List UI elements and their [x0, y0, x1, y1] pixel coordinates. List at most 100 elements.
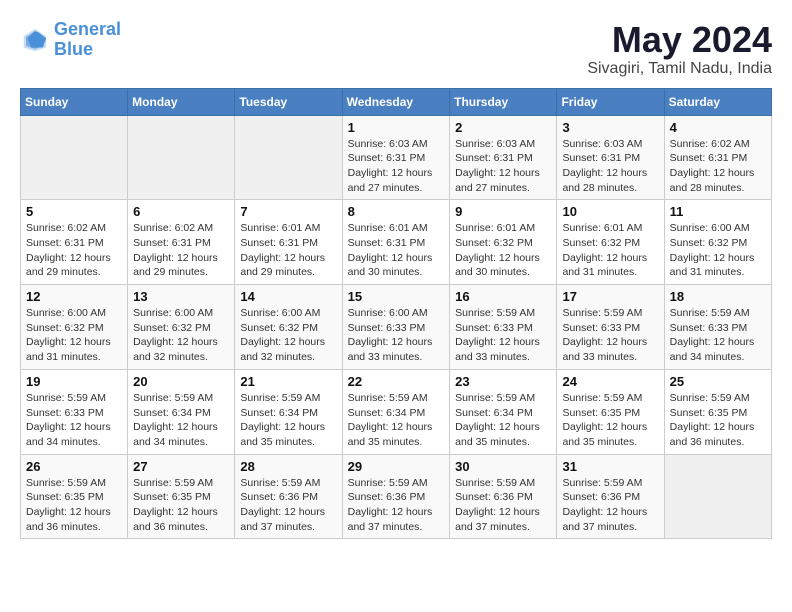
day-number: 4 — [670, 120, 766, 135]
calendar-cell: 5 Sunrise: 6:02 AMSunset: 6:31 PMDaylight… — [21, 200, 128, 285]
calendar-header-row: SundayMondayTuesdayWednesdayThursdayFrid… — [21, 88, 772, 115]
calendar-cell: 31 Sunrise: 5:59 AMSunset: 6:36 PMDayligh… — [557, 454, 664, 539]
calendar-cell: 3 Sunrise: 6:03 AMSunset: 6:31 PMDaylight… — [557, 115, 664, 200]
day-number: 24 — [562, 374, 658, 389]
calendar-cell: 4Sunrise: 6:02 AMSunset: 6:31 PMDaylight… — [664, 115, 771, 200]
calendar-cell: 20Sunrise: 5:59 AMSunset: 6:34 PMDayligh… — [128, 369, 235, 454]
calendar-cell: 30 Sunrise: 5:59 AMSunset: 6:36 PMDayligh… — [450, 454, 557, 539]
day-number: 13 — [133, 289, 229, 304]
day-number: 23 — [455, 374, 551, 389]
day-info: Sunrise: 5:59 AMSunset: 6:35 PMDaylight:… — [562, 391, 658, 450]
day-number: 7 — [240, 204, 336, 219]
day-info: Sunrise: 5:59 AMSunset: 6:34 PMDaylight:… — [240, 391, 336, 450]
day-info: Sunrise: 6:03 AMSunset: 6:31 PMDaylight:… — [562, 137, 658, 196]
logo-blue: Blue — [54, 39, 93, 59]
calendar-cell: 27 Sunrise: 5:59 AMSunset: 6:35 PMDayligh… — [128, 454, 235, 539]
calendar-cell — [664, 454, 771, 539]
day-number: 9 — [455, 204, 551, 219]
header-monday: Monday — [128, 88, 235, 115]
day-number: 16 — [455, 289, 551, 304]
day-number: 6 — [133, 204, 229, 219]
day-info: Sunrise: 5:59 AMSunset: 6:36 PMDaylight:… — [455, 476, 551, 535]
day-info: Sunrise: 6:00 AMSunset: 6:33 PMDaylight:… — [348, 306, 445, 365]
day-number: 3 — [562, 120, 658, 135]
day-info: Sunrise: 6:00 AMSunset: 6:32 PMDaylight:… — [670, 221, 766, 280]
calendar-cell: 28 Sunrise: 5:59 AMSunset: 6:36 PMDayligh… — [235, 454, 342, 539]
day-number: 28 — [240, 459, 336, 474]
day-info: Sunrise: 5:59 AMSunset: 6:36 PMDaylight:… — [240, 476, 336, 535]
day-info: Sunrise: 6:00 AMSunset: 6:32 PMDaylight:… — [133, 306, 229, 365]
day-info: Sunrise: 5:59 AMSunset: 6:36 PMDaylight:… — [562, 476, 658, 535]
day-number: 18 — [670, 289, 766, 304]
calendar-cell: 15 Sunrise: 6:00 AMSunset: 6:33 PMDayligh… — [342, 285, 450, 370]
day-number: 26 — [26, 459, 122, 474]
header-tuesday: Tuesday — [235, 88, 342, 115]
day-info: Sunrise: 5:59 AMSunset: 6:33 PMDaylight:… — [670, 306, 766, 365]
day-info: Sunrise: 6:00 AMSunset: 6:32 PMDaylight:… — [26, 306, 122, 365]
calendar-cell: 6 Sunrise: 6:02 AMSunset: 6:31 PMDaylight… — [128, 200, 235, 285]
week-row-1: 1Sunrise: 6:03 AMSunset: 6:31 PMDaylight… — [21, 115, 772, 200]
week-row-3: 12Sunrise: 6:00 AMSunset: 6:32 PMDayligh… — [21, 285, 772, 370]
day-number: 8 — [348, 204, 445, 219]
page-header: General Blue May 2024 Sivagiri, Tamil Na… — [20, 20, 772, 78]
calendar-cell: 24 Sunrise: 5:59 AMSunset: 6:35 PMDayligh… — [557, 369, 664, 454]
title-area: May 2024 Sivagiri, Tamil Nadu, India — [587, 20, 772, 78]
day-number: 31 — [562, 459, 658, 474]
calendar-cell: 11 Sunrise: 6:00 AMSunset: 6:32 PMDayligh… — [664, 200, 771, 285]
day-info: Sunrise: 5:59 AMSunset: 6:33 PMDaylight:… — [26, 391, 122, 450]
calendar-cell: 9Sunrise: 6:01 AMSunset: 6:32 PMDaylight… — [450, 200, 557, 285]
calendar-cell: 13 Sunrise: 6:00 AMSunset: 6:32 PMDayligh… — [128, 285, 235, 370]
header-thursday: Thursday — [450, 88, 557, 115]
day-number: 25 — [670, 374, 766, 389]
week-row-5: 26 Sunrise: 5:59 AMSunset: 6:35 PMDayligh… — [21, 454, 772, 539]
calendar-cell: 21 Sunrise: 5:59 AMSunset: 6:34 PMDayligh… — [235, 369, 342, 454]
day-number: 19 — [26, 374, 122, 389]
location-label: Sivagiri, Tamil Nadu, India — [587, 60, 772, 78]
calendar-cell: 14Sunrise: 6:00 AMSunset: 6:32 PMDayligh… — [235, 285, 342, 370]
calendar-cell: 29Sunrise: 5:59 AMSunset: 6:36 PMDayligh… — [342, 454, 450, 539]
calendar-cell: 25Sunrise: 5:59 AMSunset: 6:35 PMDayligh… — [664, 369, 771, 454]
logo-icon — [20, 25, 50, 55]
day-info: Sunrise: 6:03 AMSunset: 6:31 PMDaylight:… — [348, 137, 445, 196]
day-info: Sunrise: 6:02 AMSunset: 6:31 PMDaylight:… — [133, 221, 229, 280]
day-info: Sunrise: 6:02 AMSunset: 6:31 PMDaylight:… — [26, 221, 122, 280]
day-number: 29 — [348, 459, 445, 474]
day-info: Sunrise: 5:59 AMSunset: 6:35 PMDaylight:… — [26, 476, 122, 535]
calendar-cell — [235, 115, 342, 200]
calendar-cell: 23 Sunrise: 5:59 AMSunset: 6:34 PMDayligh… — [450, 369, 557, 454]
calendar-cell: 19 Sunrise: 5:59 AMSunset: 6:33 PMDayligh… — [21, 369, 128, 454]
day-info: Sunrise: 6:01 AMSunset: 6:32 PMDaylight:… — [562, 221, 658, 280]
calendar-cell: 10 Sunrise: 6:01 AMSunset: 6:32 PMDayligh… — [557, 200, 664, 285]
month-year-title: May 2024 — [587, 20, 772, 60]
header-wednesday: Wednesday — [342, 88, 450, 115]
day-info: Sunrise: 6:00 AMSunset: 6:32 PMDaylight:… — [240, 306, 336, 365]
day-info: Sunrise: 6:01 AMSunset: 6:31 PMDaylight:… — [240, 221, 336, 280]
calendar-cell: 1Sunrise: 6:03 AMSunset: 6:31 PMDaylight… — [342, 115, 450, 200]
calendar-cell — [21, 115, 128, 200]
day-number: 22 — [348, 374, 445, 389]
week-row-2: 5 Sunrise: 6:02 AMSunset: 6:31 PMDaylight… — [21, 200, 772, 285]
day-number: 17 — [562, 289, 658, 304]
day-info: Sunrise: 5:59 AMSunset: 6:35 PMDaylight:… — [133, 476, 229, 535]
day-info: Sunrise: 5:59 AMSunset: 6:34 PMDaylight:… — [455, 391, 551, 450]
day-number: 15 — [348, 289, 445, 304]
logo-general: General — [54, 19, 121, 39]
day-number: 10 — [562, 204, 658, 219]
week-row-4: 19 Sunrise: 5:59 AMSunset: 6:33 PMDayligh… — [21, 369, 772, 454]
day-number: 11 — [670, 204, 766, 219]
calendar-cell: 12Sunrise: 6:00 AMSunset: 6:32 PMDayligh… — [21, 285, 128, 370]
day-info: Sunrise: 5:59 AMSunset: 6:34 PMDaylight:… — [133, 391, 229, 450]
header-saturday: Saturday — [664, 88, 771, 115]
calendar-cell: 2Sunrise: 6:03 AMSunset: 6:31 PMDaylight… — [450, 115, 557, 200]
logo: General Blue — [20, 20, 121, 60]
day-info: Sunrise: 5:59 AMSunset: 6:33 PMDaylight:… — [562, 306, 658, 365]
day-number: 27 — [133, 459, 229, 474]
day-number: 2 — [455, 120, 551, 135]
day-info: Sunrise: 6:01 AMSunset: 6:31 PMDaylight:… — [348, 221, 445, 280]
day-number: 5 — [26, 204, 122, 219]
day-number: 30 — [455, 459, 551, 474]
day-info: Sunrise: 5:59 AMSunset: 6:33 PMDaylight:… — [455, 306, 551, 365]
day-number: 21 — [240, 374, 336, 389]
calendar-cell: 8 Sunrise: 6:01 AMSunset: 6:31 PMDaylight… — [342, 200, 450, 285]
calendar-cell: 16 Sunrise: 5:59 AMSunset: 6:33 PMDayligh… — [450, 285, 557, 370]
